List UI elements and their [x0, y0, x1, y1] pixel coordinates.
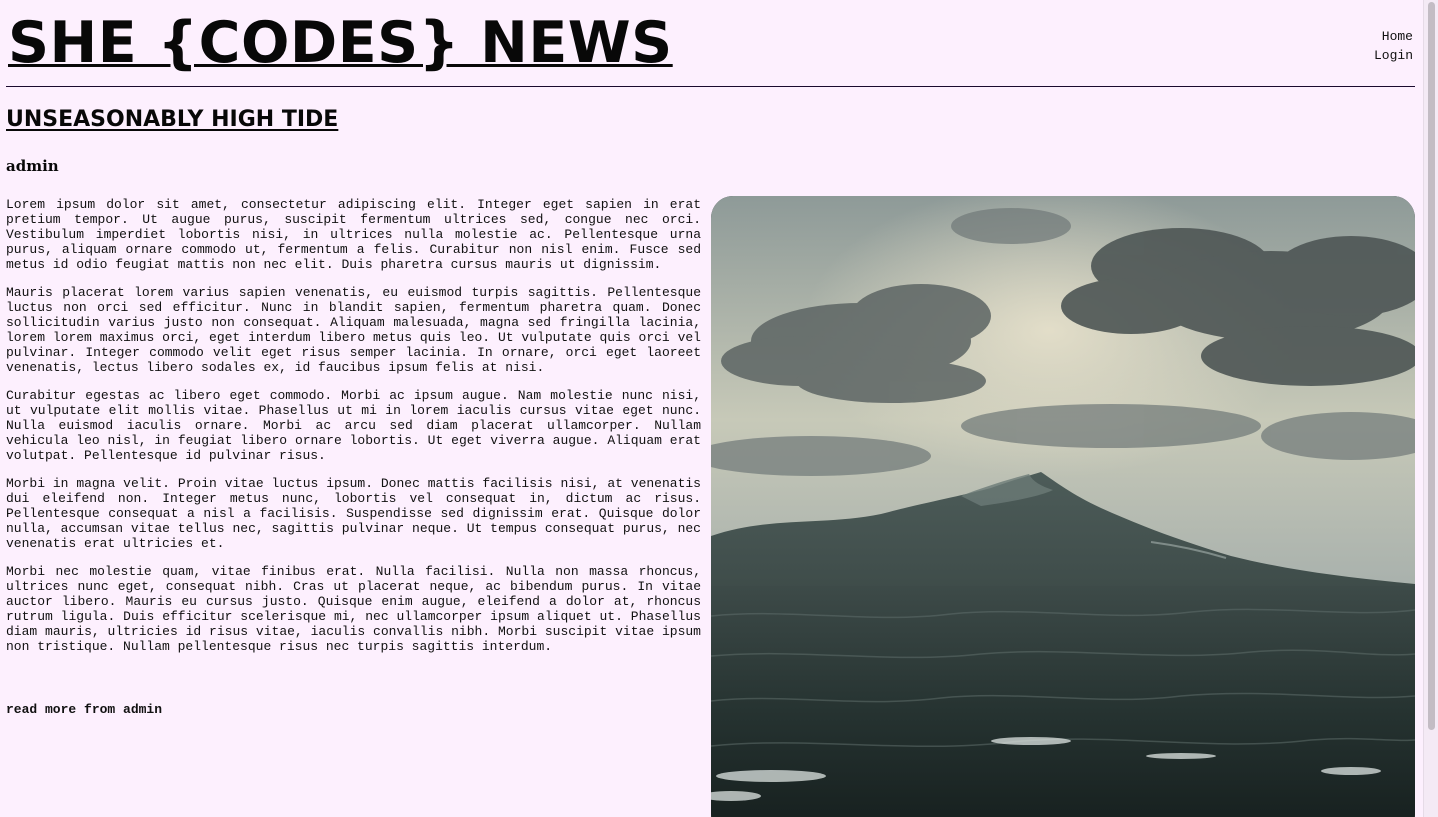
vertical-scrollbar[interactable] [1423, 0, 1438, 817]
article-paragraph: Morbi in magna velit. Proin vitae luctus… [6, 476, 701, 551]
article-body: Lorem ipsum dolor sit amet, consectetur … [6, 197, 701, 667]
stormy-sea-image [711, 196, 1415, 817]
read-more-link[interactable]: read more from admin [6, 702, 162, 718]
article-paragraph: Lorem ipsum dolor sit amet, consectetur … [6, 197, 701, 272]
nav-link-home[interactable]: Home [1374, 27, 1413, 46]
article-title: UNSEASONABLY HIGH TIDE [6, 107, 339, 132]
article-image [711, 196, 1415, 817]
scrollbar-thumb[interactable] [1428, 2, 1435, 730]
article-paragraph: Morbi nec molestie quam, vitae finibus e… [6, 564, 701, 654]
nav-link-login[interactable]: Login [1374, 46, 1413, 65]
site-logo[interactable]: SHE {CODES} NEWS [8, 4, 673, 82]
page: SHE {CODES} NEWS Home Login UNSEASONABLY… [6, 0, 1415, 817]
article-paragraph: Mauris placerat lorem varius sapien vene… [6, 285, 701, 375]
article-paragraph: Curabitur egestas ac libero eget commodo… [6, 388, 701, 463]
site-header: SHE {CODES} NEWS Home Login [6, 0, 1415, 87]
main-nav: Home Login [1374, 27, 1413, 65]
article-author: admin [6, 157, 59, 175]
